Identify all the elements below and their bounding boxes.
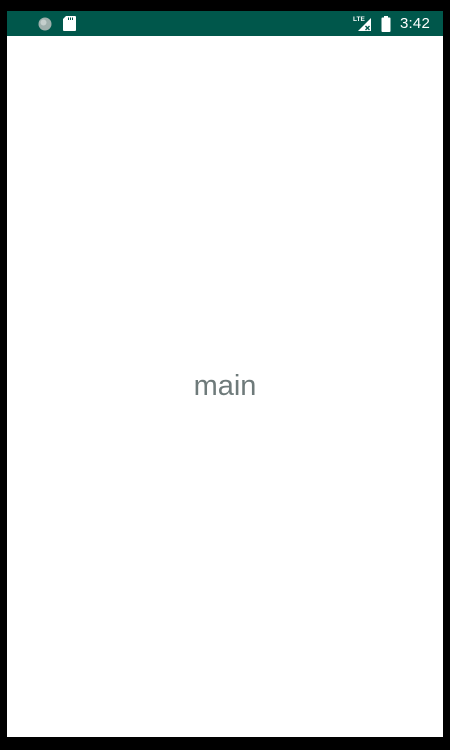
device-frame: LTE 3:42 main bbox=[0, 0, 450, 750]
status-bar-right: LTE 3:42 bbox=[353, 11, 443, 36]
circle-notification-icon bbox=[38, 17, 52, 31]
main-content: main bbox=[7, 36, 443, 737]
status-bar-clock: 3:42 bbox=[400, 15, 430, 32]
status-bar: LTE 3:42 bbox=[7, 11, 443, 36]
battery-icon bbox=[381, 15, 391, 32]
status-bar-left bbox=[38, 11, 76, 36]
network-type-label: LTE bbox=[353, 16, 365, 23]
phone-screen: LTE 3:42 main bbox=[7, 11, 443, 737]
sd-card-icon bbox=[63, 16, 76, 31]
main-label: main bbox=[193, 370, 257, 402]
lte-signal-icon: LTE bbox=[353, 15, 373, 32]
